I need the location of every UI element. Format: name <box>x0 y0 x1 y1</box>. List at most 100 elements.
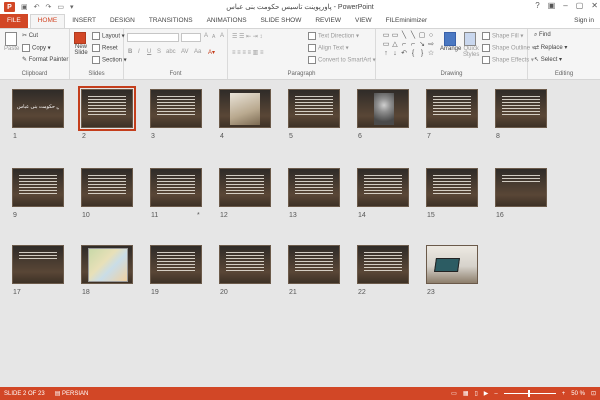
character-spacing-button[interactable]: AV <box>181 49 189 55</box>
ribbon-display-icon[interactable]: ▣ <box>548 1 556 10</box>
shape-effects-button[interactable]: Shape Effects ▾ <box>482 56 534 64</box>
change-case-button[interactable]: Aa <box>194 49 201 55</box>
zoom-in-button[interactable]: + <box>562 391 566 397</box>
tab-fileminimizer[interactable]: FILEminimizer <box>379 14 435 28</box>
slide-thumbnail[interactable] <box>81 168 133 207</box>
layout-button[interactable]: Layout ▾ <box>92 32 125 40</box>
shape-triangle-icon[interactable]: △ <box>391 41 399 49</box>
format-painter-button[interactable]: ✎ Format Painter <box>22 56 68 63</box>
tab-transitions[interactable]: TRANSITIONS <box>142 14 200 28</box>
tab-file[interactable]: FILE <box>0 14 28 28</box>
shape-down-arrow-icon[interactable]: ↓ <box>391 50 399 58</box>
find-button[interactable]: ⌕ Find <box>534 32 551 39</box>
shape-arrow-line-icon[interactable]: ╲ <box>409 32 417 40</box>
shape-elbow2-icon[interactable]: ⌐ <box>409 41 417 49</box>
tab-insert[interactable]: INSERT <box>65 14 103 28</box>
tab-view[interactable]: VIEW <box>348 14 379 28</box>
shape-rect2-icon[interactable]: ▭ <box>382 41 390 49</box>
tab-review[interactable]: REVIEW <box>308 14 348 28</box>
slideshow-view-icon[interactable]: ▶ <box>484 390 489 397</box>
help-icon[interactable]: ? <box>535 1 539 10</box>
zoom-out-button[interactable]: – <box>494 391 497 397</box>
slide-sorter-view-icon[interactable]: ▦ <box>463 390 469 397</box>
quick-styles-button[interactable]: Quick Styles <box>463 32 479 58</box>
slide-thumbnail[interactable] <box>12 168 64 207</box>
bullets-button[interactable]: ☰ ☰ ⇤ ⇥ ↕ <box>232 33 262 40</box>
grow-font-button[interactable]: A <box>204 33 208 39</box>
slide-thumbnail[interactable] <box>150 245 202 284</box>
language-indicator[interactable]: ▤ PERSIAN <box>55 390 89 397</box>
slide-thumbnail[interactable] <box>81 245 133 284</box>
shape-rectangle-icon[interactable]: ▭ <box>382 32 390 40</box>
clear-formatting-button[interactable]: A <box>220 33 224 39</box>
reset-button[interactable]: Reset <box>92 44 118 52</box>
tab-animations[interactable]: ANIMATIONS <box>200 14 254 28</box>
replace-button[interactable]: ⇄ Replace ▾ <box>534 44 567 51</box>
select-button[interactable]: ↖ Select ▾ <box>534 56 562 63</box>
italic-button[interactable]: I <box>138 49 140 55</box>
shape-fill-button[interactable]: Shape Fill ▾ <box>482 32 523 40</box>
slide-thumbnail[interactable]: تاسیس حکومت بنی عباس <box>12 89 64 128</box>
tab-design[interactable]: DESIGN <box>103 14 142 28</box>
shape-block-arrow-icon[interactable]: ⇨ <box>427 41 435 49</box>
sign-in-link[interactable]: Sign in <box>574 17 594 24</box>
new-slide-button[interactable]: New Slide <box>74 32 88 56</box>
slide-thumbnail[interactable] <box>426 245 478 284</box>
slide-thumbnail[interactable] <box>219 89 271 128</box>
start-slideshow-icon[interactable]: ▭ <box>57 3 64 11</box>
slide-thumbnail[interactable] <box>357 168 409 207</box>
slide-thumbnail[interactable] <box>357 89 409 128</box>
minimize-icon[interactable]: – <box>563 1 567 10</box>
shape-outline-button[interactable]: Shape Outline ▾ <box>482 44 535 52</box>
slide-thumbnail[interactable] <box>78 86 136 131</box>
maximize-icon[interactable]: ▢ <box>576 1 584 10</box>
slide-thumbnail[interactable] <box>426 168 478 207</box>
reading-view-icon[interactable]: ▯ <box>474 390 477 397</box>
shape-star-icon[interactable]: ☆ <box>427 50 435 58</box>
slide-thumbnail[interactable] <box>426 89 478 128</box>
shape-oval-icon[interactable]: ○ <box>427 32 435 40</box>
underline-button[interactable]: U <box>147 49 151 55</box>
tab-slide-show[interactable]: SLIDE SHOW <box>254 14 309 28</box>
shape-line-icon[interactable]: ╲ <box>400 32 408 40</box>
shape-up-arrow-icon[interactable]: ↑ <box>382 50 390 58</box>
zoom-slider-thumb[interactable] <box>527 390 530 397</box>
section-button[interactable]: Section ▾ <box>92 56 127 64</box>
shape-rounded-rect-icon[interactable]: ▢ <box>418 32 426 40</box>
slide-thumbnail[interactable] <box>219 245 271 284</box>
cut-button[interactable]: ✂ Cut <box>22 32 38 39</box>
undo-icon[interactable]: ↶ <box>34 3 40 11</box>
shapes-gallery[interactable]: ▭ ▭ ╲ ╲ ▢ ○ ▭ △ ⌐ ⌐ ↘ ⇨ ↑ ↓ ↶ { } ☆ <box>382 32 434 62</box>
close-icon[interactable]: ✕ <box>591 1 598 10</box>
customize-toolbar-icon[interactable]: ▾ <box>70 3 74 11</box>
slide-thumbnail[interactable] <box>357 245 409 284</box>
shape-left-brace-icon[interactable]: { <box>409 50 417 58</box>
tab-home[interactable]: HOME <box>29 14 66 28</box>
slide-thumbnail[interactable] <box>495 168 547 207</box>
copy-button[interactable]: Copy ▾ <box>22 44 51 52</box>
align-text-button[interactable]: Align Text ▾ <box>308 44 349 52</box>
slide-thumbnail[interactable] <box>150 89 202 128</box>
slide-thumbnail[interactable] <box>219 168 271 207</box>
alignment-buttons[interactable]: ≡ ≡ ≡ ≡ ▥ ≡ <box>232 49 264 56</box>
paste-button[interactable]: Paste <box>4 32 19 52</box>
shrink-font-button[interactable]: A <box>212 34 215 40</box>
fit-to-window-icon[interactable]: ⊡ <box>591 390 596 397</box>
font-name-dropdown[interactable] <box>127 33 179 42</box>
zoom-slider[interactable] <box>503 390 556 397</box>
text-direction-button[interactable]: Text Direction ▾ <box>308 32 359 40</box>
arrange-button[interactable]: Arrange <box>440 32 461 52</box>
slide-thumbnail[interactable] <box>150 168 202 207</box>
save-icon[interactable]: ▣ <box>21 3 28 11</box>
zoom-level[interactable]: 50 % <box>571 391 585 397</box>
strikethrough-button[interactable]: S <box>157 49 161 55</box>
convert-smartart-button[interactable]: Convert to SmartArt ▾ <box>308 56 376 64</box>
normal-view-icon[interactable]: ▭ <box>451 390 457 397</box>
bold-button[interactable]: B <box>128 49 132 55</box>
font-color-button[interactable]: A▾ <box>208 49 215 56</box>
shape-curved-arrow-icon[interactable]: ↶ <box>400 50 408 58</box>
slide-thumbnail[interactable] <box>288 168 340 207</box>
shape-right-brace-icon[interactable]: } <box>418 50 426 58</box>
text-shadow-button[interactable]: abc <box>166 49 176 55</box>
font-size-dropdown[interactable] <box>181 33 201 42</box>
